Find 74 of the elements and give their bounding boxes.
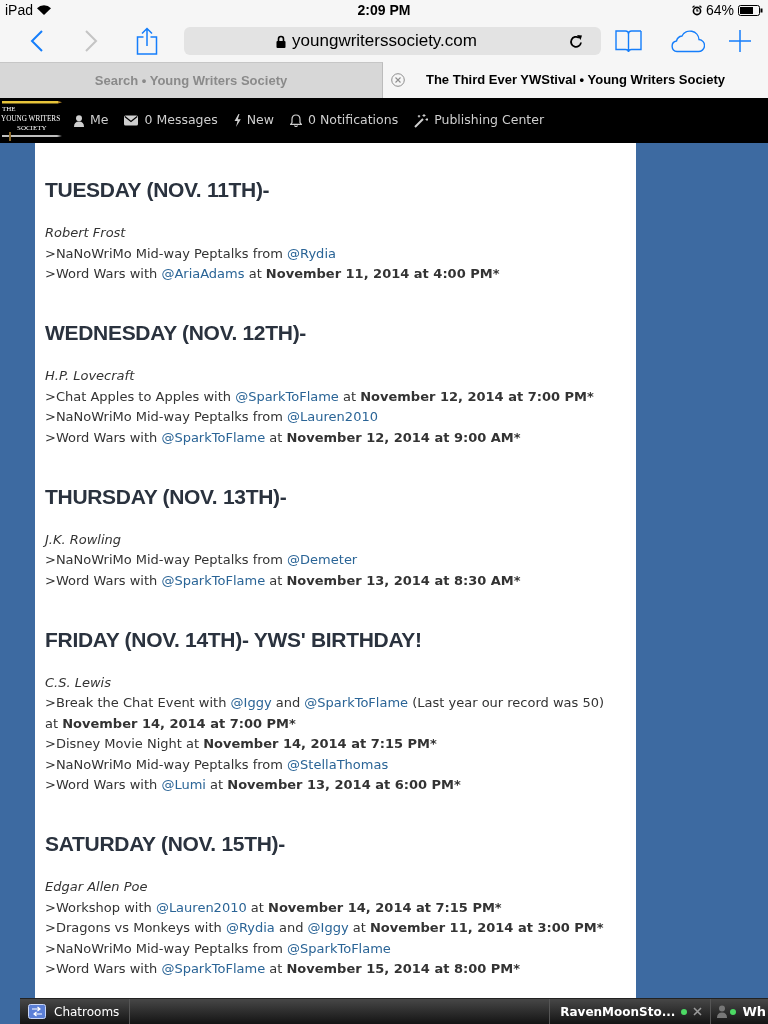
user-link[interactable]: @SparkToFlame — [287, 940, 391, 956]
back-icon[interactable] — [30, 30, 43, 52]
event-line: >Disney Movie Night at November 14, 2014 at 7:15 PM* — [45, 735, 438, 753]
event-line: >Word Wars with @AriaAdams at November 11, 2014 at 4:00 PM* — [45, 265, 501, 283]
user-link[interactable]: @Lumi — [161, 777, 206, 792]
lock-icon — [276, 34, 287, 48]
nav-link[interactable]: Me — [74, 111, 109, 130]
envelope-icon — [124, 115, 139, 126]
author-name: C.S. Lewis — [45, 673, 112, 692]
author-name: Robert Frost — [45, 224, 127, 242]
author-name: H.P. Lovecraft — [45, 367, 136, 385]
nav-link[interactable]: 0 Notifications — [290, 111, 399, 130]
event-line: >Word Wars with @SparkToFlame at November 12, 2014 at 9:00 AM* — [45, 428, 522, 447]
user-icon — [74, 114, 84, 127]
user-link[interactable]: @StellaThomas — [287, 756, 389, 772]
event-line: >Dragons vs Monkeys with @Rydia and @Iggy at November 11, 2014 at 3:00 PM* — [45, 919, 605, 937]
chat-window-icon — [28, 1004, 46, 1019]
reload-icon[interactable] — [569, 33, 583, 49]
user-icon — [717, 1005, 728, 1018]
chatrooms-button[interactable]: Chatrooms — [20, 999, 131, 1024]
author-name: Edgar Allen Poe — [45, 878, 149, 896]
user-link[interactable]: @Lauren2010 — [287, 409, 378, 424]
day-heading: FRIDAY (NOV. 14TH)- YWS' BIRTHDAY! — [45, 626, 423, 653]
day-heading: TUESDAY (NOV. 11TH)- — [45, 177, 271, 203]
close-icon[interactable] — [391, 73, 405, 87]
close-icon[interactable] — [693, 1007, 703, 1016]
device-name: iPad — [5, 0, 34, 20]
event-line: >NaNoWriMo Mid-way Peptalks from @Demeter — [45, 551, 359, 569]
day-heading: THURSDAY (NOV. 13TH)- — [45, 483, 288, 510]
user-link[interactable]: @AriaAdams — [161, 266, 245, 281]
chat-tab[interactable]: RavenMoonSto... — [549, 999, 711, 1024]
author-name: J.K. Rowling — [45, 530, 123, 549]
user-link[interactable]: @SparkToFlame — [304, 695, 409, 710]
user-link[interactable]: @Iggy — [307, 920, 349, 935]
book-icon[interactable] — [615, 29, 642, 53]
event-line: >Workshop with @Lauren2010 at November 14, 2014 at 7:15 PM* — [45, 898, 503, 917]
user-link[interactable]: @Lauren2010 — [155, 899, 247, 915]
user-link[interactable]: @Rydia — [225, 920, 275, 935]
online-list-tab[interactable]: Wh — [710, 999, 768, 1024]
user-link[interactable]: @SparkToFlame — [161, 429, 266, 445]
event-line: >NaNoWriMo Mid-way Peptalks from @Lauren2010 — [45, 408, 379, 426]
alarm-clock-icon — [692, 4, 702, 16]
bell-icon — [290, 114, 302, 127]
share-icon[interactable] — [136, 27, 158, 55]
user-link[interactable]: @Iggy — [230, 695, 272, 710]
event-line: >Break the Chat Event with @Iggy and @SparkToFlame (Last year our record was 50) at November 14, 2014 at 7:00 PM* — [45, 694, 606, 733]
magic-wand-icon — [414, 113, 429, 128]
battery-icon — [738, 4, 763, 16]
event-line: >NaNoWriMo Mid-way Peptalks from @Rydia — [45, 244, 337, 263]
day-heading: SATURDAY (NOV. 15TH)- — [45, 831, 286, 857]
nav-link[interactable]: 0 Messages — [124, 111, 218, 130]
day-heading: WEDNESDAY (NOV. 12TH)- — [45, 320, 308, 346]
browser-tab[interactable]: The Third Ever YWStival • Young Writers Society — [383, 62, 768, 98]
wifi-icon — [37, 5, 52, 15]
lightning-bolt-icon — [233, 114, 241, 127]
user-link[interactable]: @SparkToFlame — [235, 388, 339, 404]
user-link[interactable]: @Demeter — [287, 552, 358, 567]
event-line: >Word Wars with @Lumi at November 13, 2014 at 6:00 PM* — [45, 776, 462, 794]
user-link[interactable]: @SparkToFlame — [161, 961, 266, 976]
nav-link[interactable]: Publishing Center — [414, 111, 545, 130]
event-line: >Word Wars with @SparkToFlame at November 15, 2014 at 8:00 PM* — [45, 960, 522, 978]
user-link[interactable]: @SparkToFlame — [161, 572, 266, 588]
event-line: >Chat Apples to Apples with @SparkToFlame at November 12, 2014 at 7:00 PM* — [45, 387, 595, 406]
user-link[interactable]: @Rydia — [287, 245, 336, 261]
event-line: >Word Wars with @SparkToFlame at November 13, 2014 at 8:30 AM* — [45, 571, 522, 590]
event-line: >NaNoWriMo Mid-way Peptalks from @StellaThomas — [45, 755, 390, 774]
event-line: >NaNoWriMo Mid-way Peptalks from @SparkToFlame — [45, 939, 392, 958]
nav-link[interactable]: New — [233, 111, 274, 130]
battery-percent: 64% — [706, 0, 734, 20]
address-field[interactable]: youngwriterssociety.com — [184, 27, 601, 55]
status-time: 2:09 PM — [357, 0, 411, 20]
cloud-icon[interactable] — [669, 29, 705, 53]
url-text: youngwriterssociety.com — [292, 30, 477, 53]
plus-icon[interactable] — [729, 30, 751, 52]
